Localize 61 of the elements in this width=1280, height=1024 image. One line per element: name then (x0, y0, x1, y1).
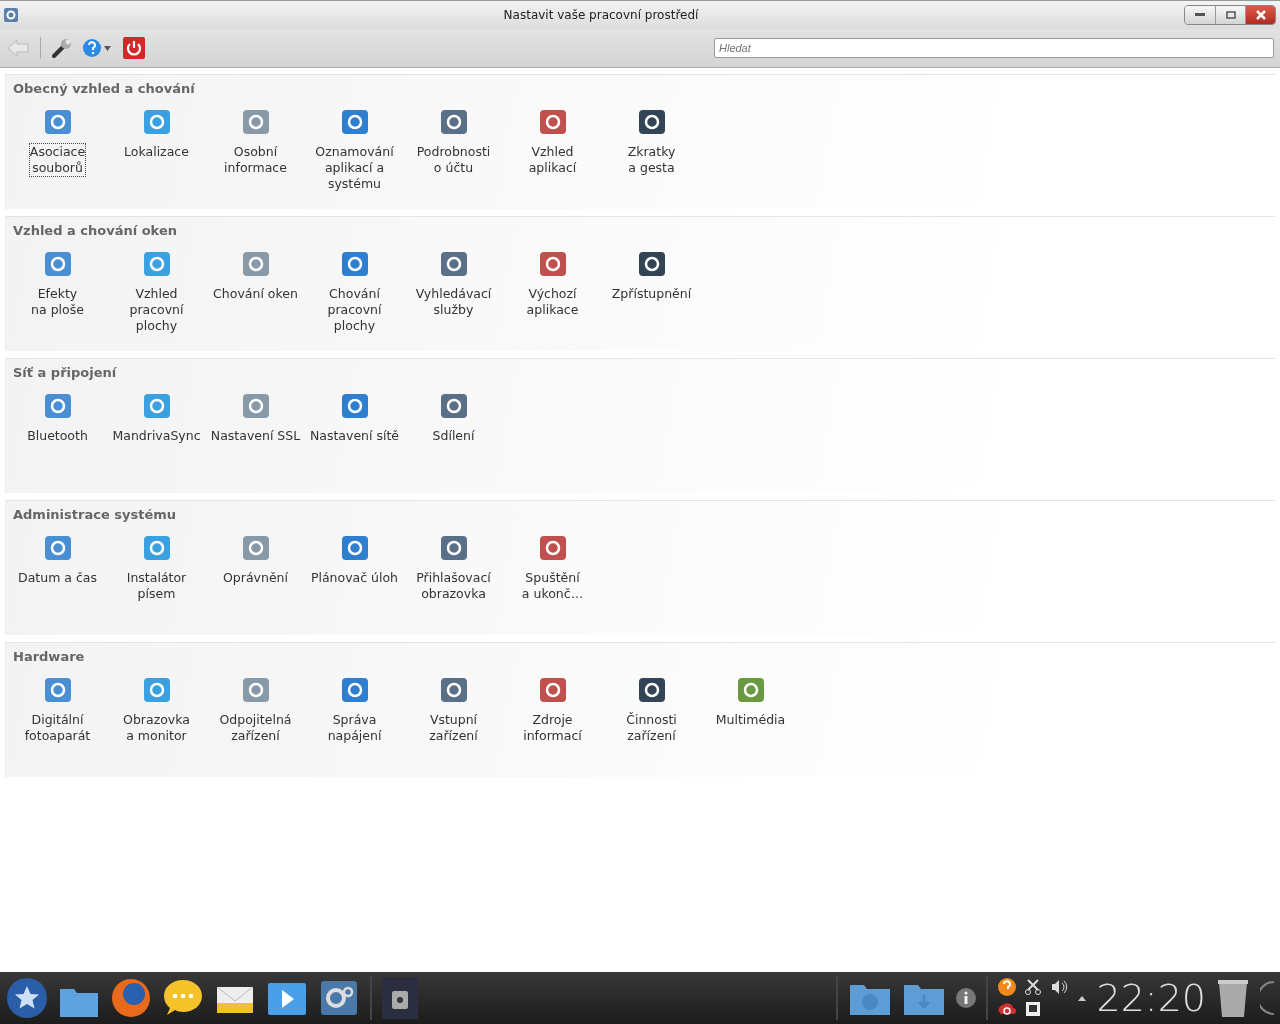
module-item[interactable]: Zpřístupnění (604, 246, 699, 336)
module-item[interactable]: Osobní informace (208, 104, 303, 194)
category-heading: Hardware (12, 648, 86, 666)
module-item[interactable]: Oznamování aplikací a systému (307, 104, 402, 194)
module-item[interactable]: Nastavení SSL (208, 388, 303, 446)
module-item[interactable]: Oprávnění (208, 530, 303, 604)
maximize-icon (1225, 11, 1236, 19)
help-icon (83, 38, 113, 58)
module-item[interactable]: Zkratky a gesta (604, 104, 699, 194)
module-item[interactable]: Vzhled pracovní plochy (109, 246, 204, 336)
module-item[interactable]: Činnosti zařízení (604, 672, 699, 746)
module-item[interactable]: Sdílení (406, 388, 501, 446)
caret-icon[interactable] (1078, 995, 1087, 1001)
module-item[interactable]: Vstupní zařízení (406, 672, 501, 746)
clock[interactable]: 22:20 (1096, 976, 1206, 1020)
minimize-button[interactable] (1185, 6, 1215, 24)
help-icon[interactable] (998, 978, 1017, 996)
module-item[interactable]: Správa napájení (307, 672, 402, 746)
module-item[interactable]: Bluetooth (10, 388, 105, 446)
category-heading: Administrace systému (12, 506, 178, 524)
module-item[interactable]: Přihlašovací obrazovka (406, 530, 501, 604)
speaker-icon[interactable] (1050, 978, 1069, 996)
module-item[interactable]: Odpojitelná zařízení (208, 672, 303, 746)
category-heading: Síť a připojení (12, 364, 118, 382)
module-item[interactable]: MandrivaSync (109, 388, 204, 446)
wrench-icon (51, 37, 73, 59)
module-item[interactable]: Nastavení sítě (307, 388, 402, 446)
left-arrow-icon (6, 38, 30, 58)
module-item[interactable]: Spuštění a ukonč… (505, 530, 600, 604)
module-item[interactable]: Zdroje informací (505, 672, 600, 746)
search-field[interactable]: Hledat (714, 38, 1274, 58)
module-item[interactable]: Lokalizace (109, 104, 204, 194)
module-item[interactable]: Vyhledávací služby (406, 246, 501, 336)
module-item[interactable]: Podrobnosti o účtu (406, 104, 501, 194)
module-item[interactable]: Chování oken (208, 246, 303, 336)
module-item[interactable]: Efekty na ploše (10, 246, 105, 336)
module-item[interactable]: Chování pracovní plochy (307, 246, 402, 336)
maximize-button[interactable] (1215, 6, 1245, 24)
module-item[interactable]: Datum a čas (10, 530, 105, 604)
category-heading: Vzhled a chování oken (12, 222, 178, 240)
close-icon (1255, 10, 1266, 20)
module-item[interactable]: Digitální fotoaparát (10, 672, 105, 746)
category-heading: Obecný vzhled a chování (12, 80, 196, 98)
power-icon (123, 37, 145, 59)
sync-icon[interactable] (998, 1000, 1017, 1018)
module-item[interactable]: Instalátor písem (109, 530, 204, 604)
module-item[interactable]: Obrazovka a monitor (109, 672, 204, 746)
help-button[interactable] (83, 38, 113, 58)
close-button[interactable] (1245, 6, 1275, 24)
quit-button[interactable] (123, 37, 145, 59)
module-item[interactable]: Multimédia (703, 672, 798, 746)
scissors-icon[interactable] (1024, 978, 1043, 996)
window-title: Nastavit vaše pracovní prostředí (502, 8, 700, 22)
module-item[interactable]: Výchozí aplikace (505, 246, 600, 336)
minimize-icon (1195, 13, 1205, 17)
module-item[interactable]: Vzhled aplikací (505, 104, 600, 194)
module-item[interactable]: Plánovač úloh (307, 530, 402, 604)
module-item[interactable]: Asociace souborů (10, 104, 105, 194)
info-icon[interactable] (956, 988, 977, 1008)
settings-button[interactable] (51, 37, 73, 59)
trash-icon[interactable] (1216, 978, 1250, 1018)
